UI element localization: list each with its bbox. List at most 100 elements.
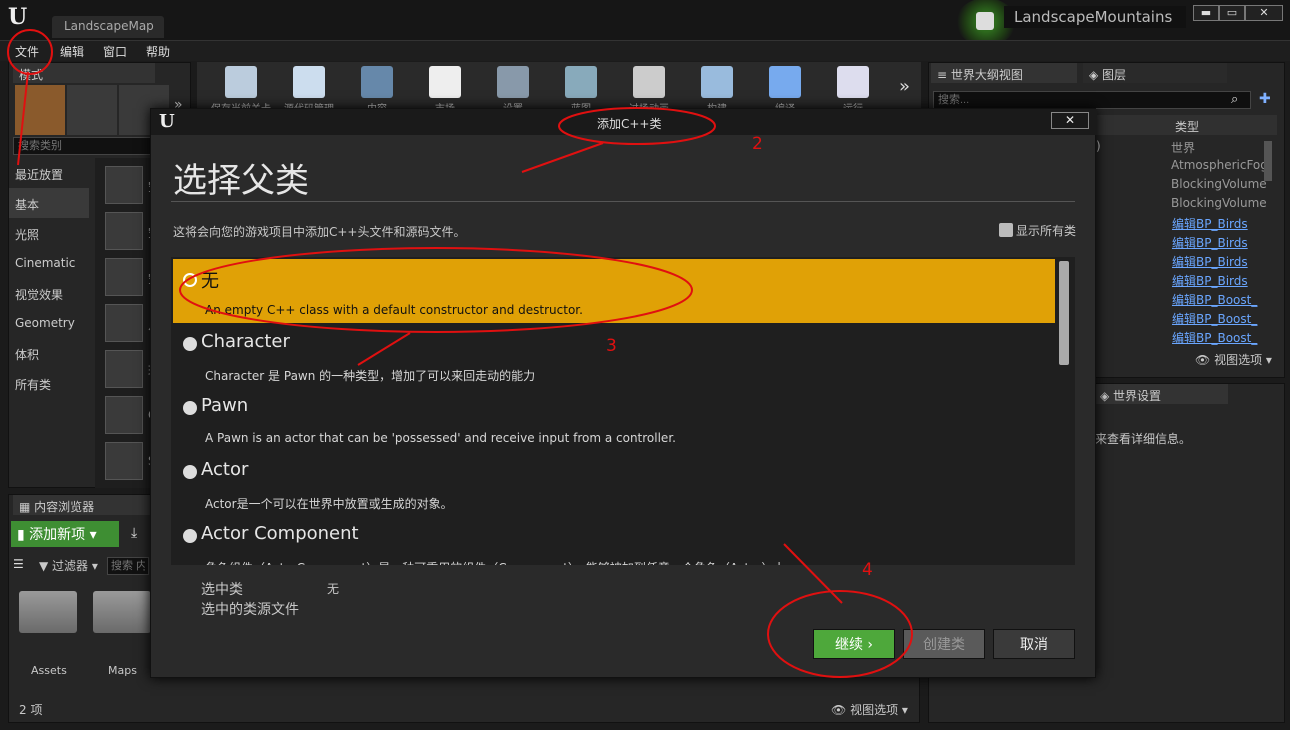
class-row[interactable]: Pawn A Pawn is an actor that can be 'poss… (173, 387, 1055, 451)
details-hint: 来查看详细信息。 (1095, 432, 1192, 446)
place-mode-icon[interactable] (15, 85, 65, 135)
class-row[interactable]: 无 An empty C++ class with a default const… (173, 259, 1055, 323)
outliner-row[interactable]: BlockingVolume (1079, 175, 1269, 194)
class-row[interactable]: Actor Actor是一个可以在世界中放置或生成的对象。 (173, 451, 1055, 515)
menu-file[interactable]: 文件 (15, 43, 39, 60)
outliner-row[interactable]: 编辑BP_Birds (1079, 232, 1269, 251)
toolbar-icon (701, 66, 733, 98)
show-all-label: 显示所有类 (1016, 224, 1077, 238)
map-tab[interactable]: LandscapeMap (52, 16, 164, 38)
create-class-button[interactable]: 创建类 (903, 629, 985, 659)
outliner-row[interactable]: 编辑BP_Birds (1079, 213, 1269, 232)
outliner-row[interactable]: 编辑BP_Birds (1079, 270, 1269, 289)
class-icon (183, 337, 197, 351)
outliner-view-options[interactable]: 👁 视图选项 ▾ (1195, 351, 1272, 368)
toolbar-icon (837, 66, 869, 98)
minimize-button[interactable]: ▬ (1193, 5, 1219, 21)
close-button[interactable]: ✕ (1245, 5, 1283, 21)
category-item[interactable]: Cinematic (9, 248, 89, 278)
menu-help[interactable]: 帮助 (146, 43, 170, 60)
continue-button[interactable]: 继续 › (813, 629, 895, 659)
actor-thumbnail-icon (105, 442, 143, 480)
class-icon (183, 465, 197, 479)
filters-label: 过滤器 (52, 559, 89, 573)
class-icon (183, 401, 197, 415)
dialog-close-icon[interactable]: ✕ (1051, 112, 1089, 129)
actor-thumbnail-icon (105, 350, 143, 388)
item-count: 2 项 (19, 703, 43, 717)
outliner-row-type[interactable]: 编辑BP_Boost_ (1172, 329, 1257, 346)
outliner-row-type[interactable]: 编辑BP_Birds (1172, 215, 1248, 232)
paint-mode-icon[interactable] (67, 85, 117, 135)
content-view-options-label: 视图选项 (850, 703, 899, 717)
outliner-row[interactable]: 编辑BP_Birds (1079, 251, 1269, 270)
maximize-button[interactable]: ▭ (1219, 5, 1245, 21)
class-name: 无 (201, 271, 219, 292)
outliner-row-type: BlockingVolume (1171, 177, 1267, 191)
folder-label-maps: Maps (108, 664, 137, 677)
menu-bar: 文件 编辑 窗口 帮助 (0, 40, 1290, 61)
outliner-row-type[interactable]: 编辑BP_Boost_ (1172, 310, 1257, 327)
actor-thumbnail-icon (105, 166, 143, 204)
dialog-heading: 选择父类 (173, 161, 309, 201)
outliner-row[interactable]: 编辑BP_Boost_ (1079, 308, 1269, 327)
add-folder-icon[interactable]: ✚ (1259, 91, 1271, 107)
outliner-scrollbar[interactable] (1264, 141, 1272, 181)
outliner-row[interactable]: 编辑BP_Boost_ (1079, 327, 1269, 346)
category-item[interactable]: 基本 (9, 188, 89, 218)
class-list: 无 An empty C++ class with a default const… (171, 257, 1075, 565)
outliner-row-type[interactable]: 编辑BP_Birds (1172, 234, 1248, 251)
annotation-number-4: 4 (862, 560, 873, 580)
add-new-button[interactable]: ▮ 添加新项 ▾ (11, 521, 119, 547)
class-description: 角色组件（ActorComponent）是一种可重用的组件（Component）… (205, 559, 786, 565)
outliner-row[interactable]: BlockingVolume (1079, 194, 1269, 213)
class-name: Actor Component (201, 523, 359, 544)
content-search-input[interactable] (107, 557, 149, 575)
menu-edit[interactable]: 编辑 (60, 43, 84, 60)
title-bar: U LandscapeMap LandscapeMountains ▬ ▭ ✕ (0, 0, 1290, 46)
annotation-number-2: 2 (752, 134, 763, 154)
outliner-row-type[interactable]: 编辑BP_Boost_ (1172, 291, 1257, 308)
outliner-row[interactable]: tor)世界 (1079, 137, 1269, 156)
class-icon (183, 529, 197, 543)
tab-content-browser[interactable]: ▦ 内容浏览器 (13, 495, 151, 515)
show-all-checkbox[interactable] (999, 223, 1013, 237)
outliner-row-type[interactable]: 编辑BP_Birds (1172, 253, 1248, 270)
tab-modes[interactable]: 模式 (13, 63, 155, 83)
category-item[interactable]: 所有类 (9, 368, 89, 398)
tab-world-settings[interactable]: ◈ 世界设置 (1094, 384, 1228, 404)
category-item[interactable]: 最近放置 (9, 158, 89, 188)
cancel-button[interactable]: 取消 (993, 629, 1075, 659)
import-icon[interactable]: ⤓ (131, 525, 137, 541)
folder-icon[interactable] (19, 591, 77, 633)
outliner-search-input[interactable] (933, 91, 1251, 109)
tab-world-outliner[interactable]: ≡ 世界大纲视图 (931, 63, 1077, 83)
content-view-options[interactable]: 👁 视图选项 ▾ (831, 701, 908, 718)
class-name: Pawn (201, 395, 249, 416)
class-description: A Pawn is an actor that can be 'possesse… (205, 431, 676, 445)
category-item[interactable]: Geometry (9, 308, 89, 338)
add-cpp-class-dialog: U 添加C++类 ✕ 选择父类 这将会向您的游戏项目中添加C++头文件和源码文件… (150, 108, 1097, 678)
project-icon (976, 12, 994, 30)
category-item[interactable]: 光照 (9, 218, 89, 248)
main-toolbar: 保存当前关卡源代码管理内容市场设置蓝图过场动画构建编译运行 » (197, 62, 921, 115)
outliner-row-type[interactable]: 编辑BP_Birds (1172, 272, 1248, 289)
toolbar-icon (361, 66, 393, 98)
sources-toggle-icon[interactable]: ☰ (13, 557, 24, 571)
folder-icon[interactable] (93, 591, 151, 633)
class-row[interactable]: Actor Component 角色组件（ActorComponent）是一种可重… (173, 515, 1055, 565)
class-list-scrollbar[interactable] (1059, 261, 1069, 365)
filters-button[interactable]: ▼ 过滤器 ▾ (39, 557, 98, 574)
category-item[interactable]: 体积 (9, 338, 89, 368)
unreal-logo: U (8, 4, 28, 30)
modes-tab-label: 模式 (19, 68, 44, 82)
category-item[interactable]: 视觉效果 (9, 278, 89, 308)
outliner-row[interactable]: AtmosphericFog (1079, 156, 1269, 175)
actor-thumbnail-icon (105, 212, 143, 250)
dialog-title: 添加C++类 (597, 117, 662, 131)
outliner-row[interactable]: 编辑BP_Boost_ (1079, 289, 1269, 308)
menu-window[interactable]: 窗口 (103, 43, 127, 60)
tab-layers[interactable]: ◈ 图层 (1083, 63, 1227, 83)
column-type-label: 类型 (1175, 120, 1200, 134)
toolbar-overflow-icon[interactable]: » (899, 76, 910, 97)
